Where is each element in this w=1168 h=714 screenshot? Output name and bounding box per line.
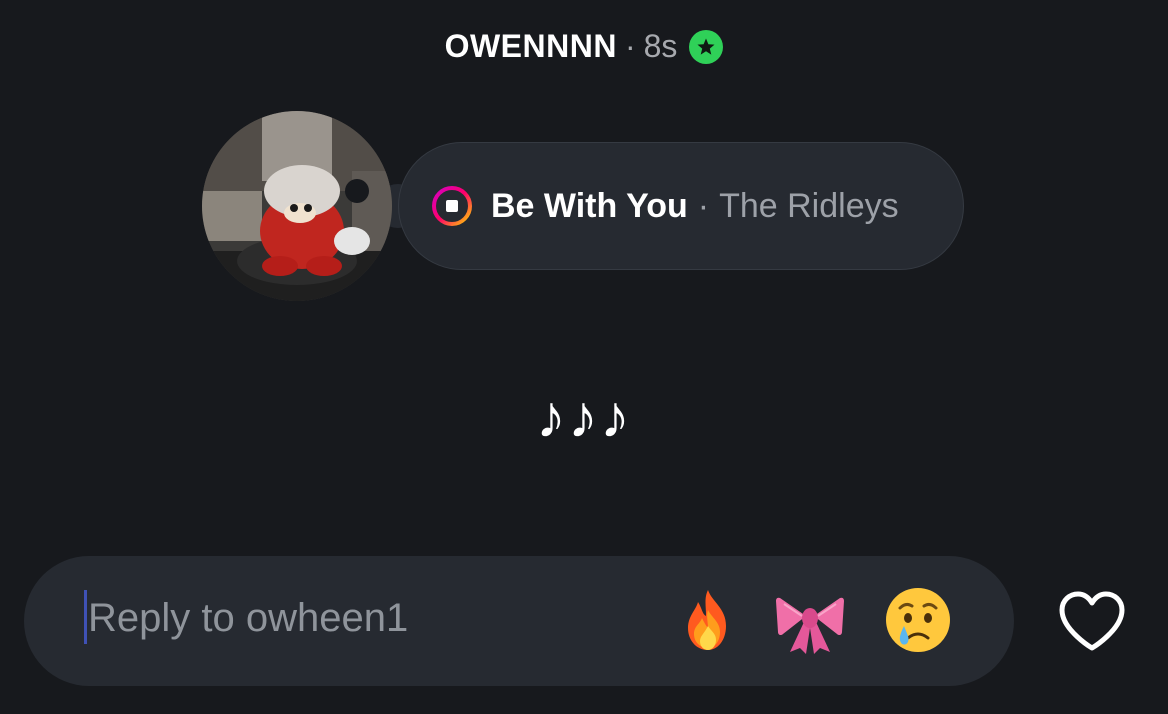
fire-emoji[interactable] (672, 584, 744, 656)
reply-bar[interactable]: Reply to owheen1 (24, 556, 1014, 686)
song-separator: · (697, 186, 710, 225)
username[interactable]: OWENNNN (445, 28, 617, 65)
crying-emoji[interactable] (882, 584, 954, 656)
text-cursor (84, 590, 87, 644)
star-badge-icon (689, 29, 724, 64)
music-stop-icon[interactable] (431, 185, 473, 227)
story-reply-screen: OWENNNN · 8s Be With You · The Ridleys ♪… (0, 0, 1168, 714)
reply-input[interactable]: Reply to owheen1 (88, 596, 408, 641)
song-title: Be With You (491, 186, 688, 225)
story-time: 8s (643, 28, 678, 64)
story-text: ♪♪♪ (536, 383, 632, 450)
ribbon-emoji[interactable] (774, 584, 846, 656)
story-header: OWENNNN · 8s (0, 28, 1168, 65)
heart-icon[interactable] (1056, 590, 1128, 654)
header-separator: · (624, 28, 636, 64)
avatar[interactable] (202, 111, 392, 301)
music-share-bubble[interactable]: Be With You · The Ridleys (398, 142, 964, 270)
artist-name: The Ridleys (719, 186, 899, 225)
